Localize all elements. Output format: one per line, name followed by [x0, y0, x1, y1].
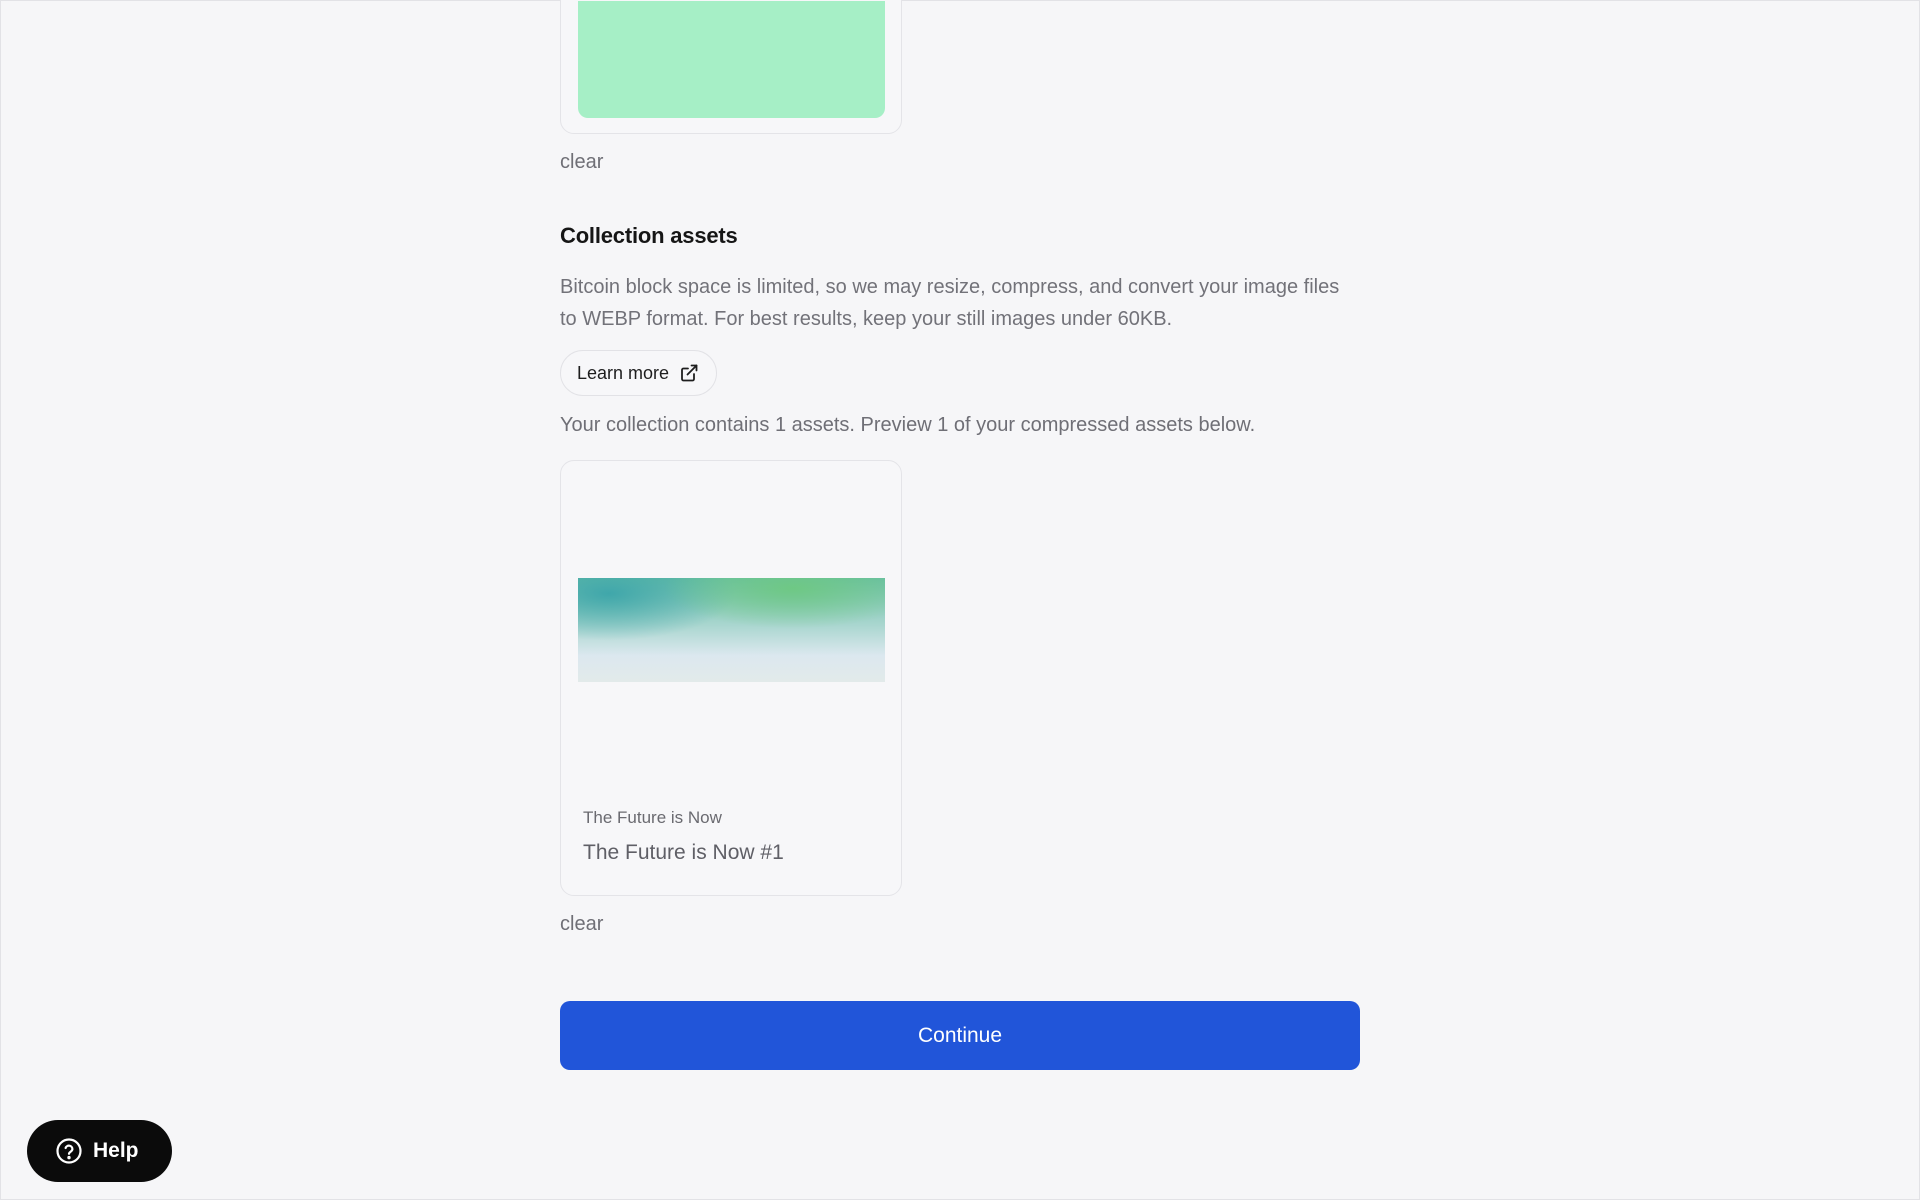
asset-count-text: Your collection contains 1 assets. Previ…: [560, 414, 1256, 436]
clear-asset-link[interactable]: clear: [560, 913, 603, 936]
section-description: Bitcoin block space is limited, so we ma…: [560, 276, 1340, 330]
learn-more-label: Learn more: [577, 362, 670, 383]
asset-image: [578, 578, 885, 682]
help-label: Help: [93, 1139, 139, 1162]
help-button[interactable]: Help: [27, 1120, 172, 1182]
asset-collection-name: The Future is Now: [583, 808, 722, 827]
external-link-icon: [679, 363, 699, 383]
continue-button[interactable]: Continue: [560, 1001, 1360, 1070]
clear-top-link[interactable]: clear: [560, 151, 603, 174]
question-circle-icon: [55, 1137, 83, 1165]
top-asset-preview-card: [560, 0, 902, 134]
section-title: Collection assets: [560, 223, 738, 248]
learn-more-button[interactable]: Learn more: [560, 350, 718, 396]
top-asset-image: [578, 1, 885, 118]
asset-preview-card: The Future is Now The Future is Now #1: [560, 460, 902, 896]
asset-item-name: The Future is Now #1: [583, 841, 784, 864]
